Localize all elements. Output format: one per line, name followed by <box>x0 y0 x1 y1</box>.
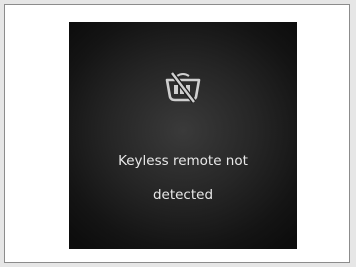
status-message-line1: Keyless remote not <box>118 153 248 169</box>
keyless-remote-not-detected-icon <box>165 71 201 104</box>
figure-frame: Keyless remote not detected <box>4 4 350 263</box>
dashboard-display: Keyless remote not detected <box>69 22 297 249</box>
status-message-line2: detected <box>152 187 214 203</box>
status-message: Keyless remote not detected <box>69 136 297 221</box>
